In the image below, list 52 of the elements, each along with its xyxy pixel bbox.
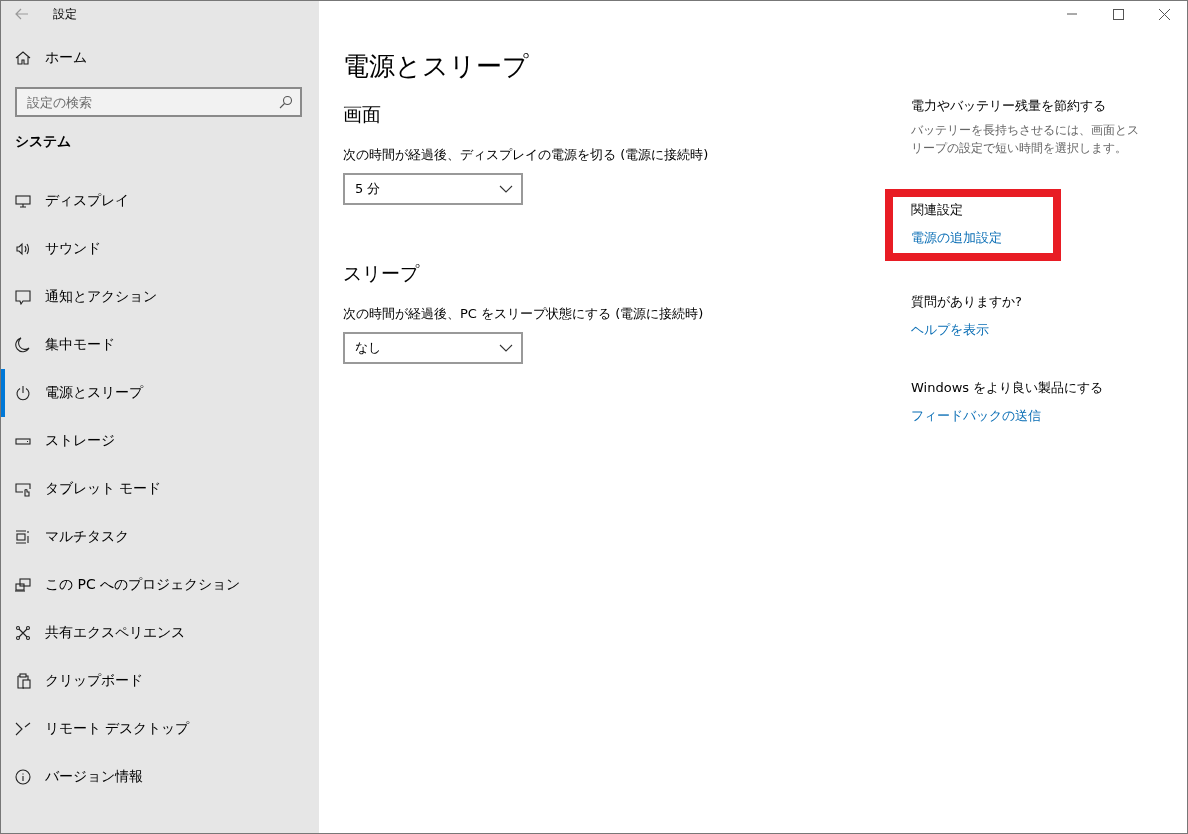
search-icon [279,95,293,109]
aside-heading: 質問がありますか? [911,293,1023,311]
aside-link[interactable]: 電源の追加設定 [911,229,1043,247]
home-nav-item[interactable]: ホーム [1,43,319,73]
clipboard-icon [15,673,31,689]
projection-icon [15,577,31,593]
dropdown[interactable]: なし [343,332,523,364]
aside-heading: Windows をより良い製品にする [911,379,1105,397]
speech-bubble-icon [15,289,31,305]
section-heading: スリープ [343,261,421,286]
close-icon [1158,8,1170,20]
speaker-icon [15,241,31,257]
dropdown[interactable]: 5 分 [343,173,523,205]
sidebar-item[interactable]: 通知とアクション [1,273,319,321]
setting-label: 次の時間が経過後、PC をスリープ状態にする (電源に接続時) [343,305,705,323]
aside-link[interactable]: ヘルプを表示 [911,321,1147,339]
sidebar-item[interactable]: タブレット モード [1,465,319,513]
setting-label: 次の時間が経過後、ディスプレイの電源を切る (電源に接続時) [343,146,710,164]
sidebar-item[interactable]: クリップボード [1,657,319,705]
sidebar-item[interactable]: サウンド [1,225,319,273]
section-heading: 画面 [343,102,382,127]
chevron-down-icon [499,344,513,352]
sidebar-item[interactable]: 共有エクスペリエンス [1,609,319,657]
sidebar-item[interactable]: この PC へのプロジェクション [1,561,319,609]
power-icon [15,385,31,401]
aside-description: バッテリーを長持ちさせるには、画面とスリープの設定で短い時間を選択します。 [911,122,1140,157]
home-icon [15,50,31,66]
sidebar-item[interactable]: 電源とスリープ [1,369,319,417]
monitor-icon [15,193,31,209]
aside-heading: 電力やバッテリー残量を節約する [911,97,1107,115]
sidebar-item[interactable]: バージョン情報 [1,753,319,801]
moon-icon [15,337,31,353]
sidebar-item[interactable]: ストレージ [1,417,319,465]
info-icon [15,769,31,785]
section-heading: システム [15,133,72,151]
minimize-icon [1067,13,1077,15]
aside-heading: 関連設定 [911,201,964,219]
search-field[interactable]: 設定の検索 [15,87,302,117]
sidebar-item[interactable]: 集中モード [1,321,319,369]
window-title: 設定 [53,5,77,23]
remote-icon [15,721,31,737]
maximize-icon [1112,8,1124,20]
sidebar-item[interactable]: ディスプレイ [1,177,319,225]
sidebar-item[interactable]: リモート デスクトップ [1,705,319,753]
sidebar-item[interactable]: マルチタスク [1,513,319,561]
windows-grid-icon [15,529,31,545]
tablet-hand-icon [15,481,31,497]
chevron-down-icon [499,185,513,193]
page-title: 電源とスリープ [343,50,530,83]
aside-link[interactable]: フィードバックの送信 [911,407,1147,425]
network-icon [15,625,31,641]
back-arrow-icon[interactable] [15,8,29,20]
